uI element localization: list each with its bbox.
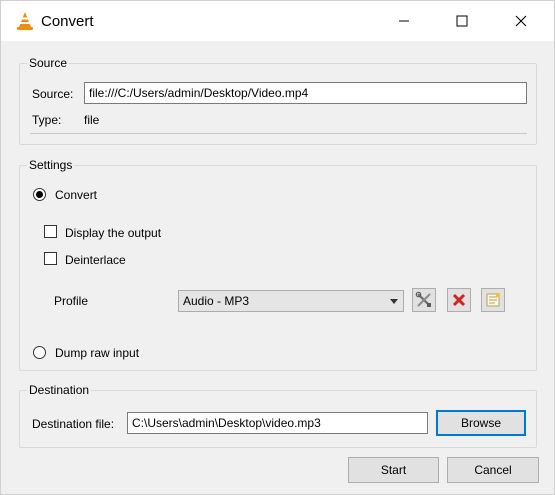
deinterlace-checkbox[interactable] xyxy=(44,252,57,265)
vlc-cone-icon xyxy=(17,12,33,30)
deinterlace-label[interactable]: Deinterlace xyxy=(65,253,126,267)
minimize-button[interactable] xyxy=(381,1,427,41)
type-value: file xyxy=(84,113,100,127)
profile-label: Profile xyxy=(54,294,89,308)
display-output-label[interactable]: Display the output xyxy=(65,226,161,240)
dump-raw-radio[interactable] xyxy=(33,346,46,359)
radio-selected-dot xyxy=(36,191,43,198)
chevron-down-icon xyxy=(390,299,398,304)
maximize-button[interactable] xyxy=(439,1,485,41)
maximize-icon xyxy=(456,15,468,27)
close-button[interactable] xyxy=(498,1,544,41)
settings-group-title: Settings xyxy=(27,158,75,172)
destination-file-label: Destination file: xyxy=(32,417,115,431)
start-button[interactable]: Start xyxy=(348,457,439,483)
red-x-icon xyxy=(452,293,466,307)
display-output-checkbox[interactable] xyxy=(44,225,57,238)
convert-dialog: Convert Source Source: file:///C:/Users/… xyxy=(0,0,555,495)
profile-select-value: Audio - MP3 xyxy=(183,294,250,308)
source-input[interactable]: file:///C:/Users/admin/Desktop/Video.mp4 xyxy=(84,82,527,104)
source-divider xyxy=(30,133,527,134)
destination-file-input[interactable]: C:\Users\admin\Desktop\video.mp3 xyxy=(127,412,428,434)
close-icon xyxy=(515,15,527,27)
dump-raw-label[interactable]: Dump raw input xyxy=(55,346,139,360)
source-label: Source: xyxy=(32,87,74,101)
browse-button[interactable]: Browse xyxy=(436,410,526,436)
edit-profile-button[interactable] xyxy=(412,288,436,312)
destination-group-title: Destination xyxy=(27,383,92,397)
profile-select[interactable]: Audio - MP3 xyxy=(178,290,404,312)
window-title: Convert xyxy=(41,13,94,30)
type-label: Type: xyxy=(32,113,62,127)
convert-radio-label[interactable]: Convert xyxy=(55,188,97,202)
tools-icon xyxy=(415,291,431,307)
new-profile-button[interactable] xyxy=(481,288,505,312)
convert-radio[interactable] xyxy=(33,188,46,201)
minimize-icon xyxy=(399,20,409,22)
source-group-title: Source xyxy=(27,56,70,70)
cancel-button[interactable]: Cancel xyxy=(447,457,539,483)
delete-profile-button[interactable] xyxy=(447,288,471,312)
title-bar: Convert xyxy=(1,1,554,41)
new-document-icon xyxy=(486,293,500,307)
